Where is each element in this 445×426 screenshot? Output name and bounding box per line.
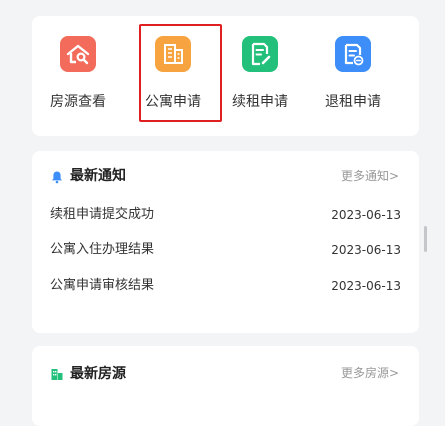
- houses-header: 最新房源 更多房源>: [32, 346, 419, 394]
- document-cancel-icon: [335, 36, 371, 72]
- page: 房源查看 公寓申请 续租申请 退租申请 最新通知 更多通知> 续租申请提交成功 …: [0, 0, 445, 426]
- quick-action-house-view[interactable]: 房源查看: [38, 36, 118, 136]
- more-notices-link[interactable]: 更多通知>: [341, 168, 399, 184]
- selection-highlight: [139, 24, 222, 122]
- quick-action-label: 续租申请: [232, 94, 288, 110]
- notice-item[interactable]: 公寓申请审核结果 2023-06-13: [50, 275, 401, 297]
- notices-title: 最新通知: [70, 168, 126, 184]
- house-search-icon: [60, 36, 96, 72]
- quick-action-label: 房源查看: [50, 94, 106, 110]
- notice-item[interactable]: 公寓入住办理结果 2023-06-13: [50, 239, 401, 261]
- notice-date: 2023-06-13: [331, 243, 401, 257]
- building-icon: [50, 366, 64, 380]
- notice-date: 2023-06-13: [331, 208, 401, 222]
- quick-actions-card: 房源查看 公寓申请 续租申请 退租申请: [32, 16, 419, 136]
- notice-item[interactable]: 续租申请提交成功 2023-06-13: [50, 204, 401, 226]
- notice-title: 公寓入住办理结果: [50, 242, 155, 257]
- notice-title: 公寓申请审核结果: [50, 278, 155, 293]
- bell-icon: [50, 169, 64, 184]
- quick-action-renew-lease[interactable]: 续租申请: [220, 36, 300, 136]
- document-edit-icon: [242, 36, 278, 72]
- more-houses-link[interactable]: 更多房源>: [341, 365, 399, 381]
- quick-action-label: 退租申请: [325, 94, 381, 110]
- quick-action-terminate-lease[interactable]: 退租申请: [313, 36, 393, 136]
- notices-card: 最新通知 更多通知> 续租申请提交成功 2023-06-13 公寓入住办理结果 …: [32, 151, 419, 333]
- scrollbar[interactable]: [424, 226, 427, 252]
- notices-header: 最新通知 更多通知>: [32, 151, 419, 199]
- notice-title: 续租申请提交成功: [50, 207, 155, 222]
- houses-title: 最新房源: [70, 366, 126, 382]
- houses-card: 最新房源 更多房源>: [32, 346, 419, 426]
- notice-date: 2023-06-13: [331, 279, 401, 293]
